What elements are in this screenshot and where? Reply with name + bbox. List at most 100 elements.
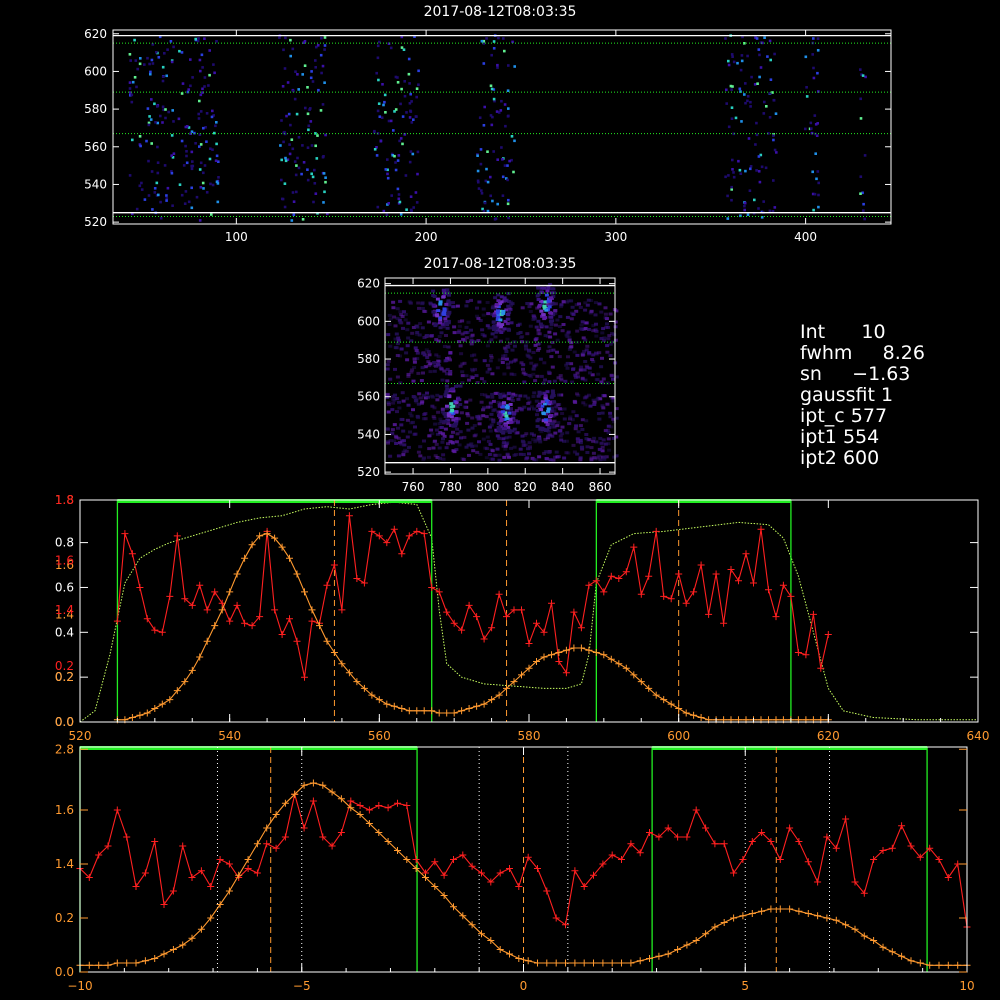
image-pixel: [504, 350, 509, 354]
image-pixel: [502, 394, 507, 398]
image-pixel: [444, 359, 449, 363]
image-pixel: [560, 425, 565, 429]
ratio-series-point: [712, 570, 720, 578]
image-pixel: [414, 191, 418, 194]
image-pixel: [376, 44, 380, 48]
image-pixel: [747, 137, 751, 140]
image-pixel: [503, 444, 508, 448]
image-pixel: [418, 396, 423, 400]
image-pixel: [529, 361, 534, 365]
image-pixel: [399, 137, 403, 140]
image-pixel: [772, 134, 775, 137]
image-pixel: [295, 164, 298, 167]
image-pixel: [461, 458, 466, 461]
image-pixel: [536, 328, 541, 332]
image-pixel: [482, 406, 486, 410]
info-fwhm: fwhm 8.26: [800, 342, 925, 364]
image-pixel: [535, 374, 540, 378]
image-pixel: [180, 193, 184, 197]
vel-gauss-series-point: [590, 959, 597, 967]
image-pixel: [589, 309, 594, 313]
image-pixel: [607, 448, 612, 452]
image-pixel: [724, 175, 727, 179]
image-pixel: [290, 219, 294, 222]
image-pixel: [526, 396, 531, 400]
image-pixel: [512, 170, 515, 174]
image-pixel: [536, 394, 541, 398]
ratio-series-point: [136, 584, 144, 591]
image-pixel: [578, 305, 583, 309]
image-pixel: [552, 409, 557, 413]
image-pixel: [580, 353, 585, 357]
ratio-series-point: [697, 561, 705, 569]
image-pixel: [477, 180, 480, 184]
image-pixel: [181, 82, 185, 85]
vel-gauss-series-point: [104, 961, 112, 969]
image-pixel: [543, 437, 548, 441]
image-pixel: [480, 189, 483, 192]
gauss-series-point: [682, 709, 690, 717]
image-pixel: [191, 76, 194, 79]
image-pixel: [525, 332, 530, 336]
ratio-series-point: [420, 530, 428, 538]
ratio-series-point: [637, 590, 645, 598]
vel-gauss-series-point: [832, 916, 840, 924]
image-pixel: [559, 305, 564, 309]
image-pixel: [864, 75, 867, 79]
image-pixel: [439, 331, 444, 335]
vel-gauss-series-point: [767, 905, 775, 913]
image-pixel: [184, 125, 188, 129]
image-pixel: [413, 399, 418, 402]
ratio-series-point: [465, 601, 473, 609]
image-pixel: [210, 115, 214, 119]
image-pixel: [482, 124, 486, 127]
vel-gauss-series-point: [814, 912, 822, 920]
image-pixel: [436, 309, 441, 313]
image-pixel: [479, 400, 484, 404]
ratio-series-point: [480, 635, 488, 643]
image-pixel: [754, 143, 757, 146]
image-pixel: [156, 145, 159, 149]
image-pixel: [738, 168, 742, 172]
image-pixel: [415, 115, 418, 118]
image-pixel: [438, 456, 442, 460]
image-pixel: [555, 403, 560, 407]
image-pixel: [190, 150, 194, 154]
ratio-series-point: [405, 532, 413, 540]
ratio-series-point: [652, 527, 660, 535]
image-pixel: [584, 348, 589, 352]
image-pixel: [452, 331, 457, 335]
image-pixel: [763, 100, 766, 104]
vel-gauss-series-point: [85, 961, 93, 969]
image-pixel: [532, 364, 537, 368]
image-pixel: [774, 112, 778, 115]
zoom-y-tick-label: 620: [357, 277, 380, 291]
image-pixel: [520, 306, 525, 310]
image-pixel: [161, 75, 165, 78]
image-pixel: [465, 300, 470, 304]
image-pixel: [606, 326, 611, 329]
image-pixel: [373, 148, 377, 151]
image-pixel: [401, 115, 405, 118]
image-pixel: [811, 170, 814, 174]
gauss-series-point: [233, 570, 241, 578]
image-pixel: [470, 416, 475, 420]
image-pixel: [199, 161, 203, 165]
image-pixel: [301, 73, 304, 76]
image-pixel: [416, 301, 421, 305]
vel-gauss-series-point: [123, 959, 131, 967]
image-pixel: [859, 175, 863, 178]
image-pixel: [420, 351, 425, 355]
image-pixel: [480, 39, 484, 43]
image-pixel: [416, 150, 420, 154]
image-pixel: [482, 380, 487, 384]
image-pixel: [405, 111, 408, 114]
ratio-series-point: [443, 608, 451, 616]
image-pixel: [606, 337, 611, 341]
image-pixel: [491, 320, 496, 324]
vel-gauss-series-point: [216, 901, 224, 908]
ratio-series-point: [211, 588, 219, 596]
image-pixel: [407, 57, 411, 61]
image-pixel: [518, 447, 523, 451]
image-pixel: [804, 127, 807, 131]
